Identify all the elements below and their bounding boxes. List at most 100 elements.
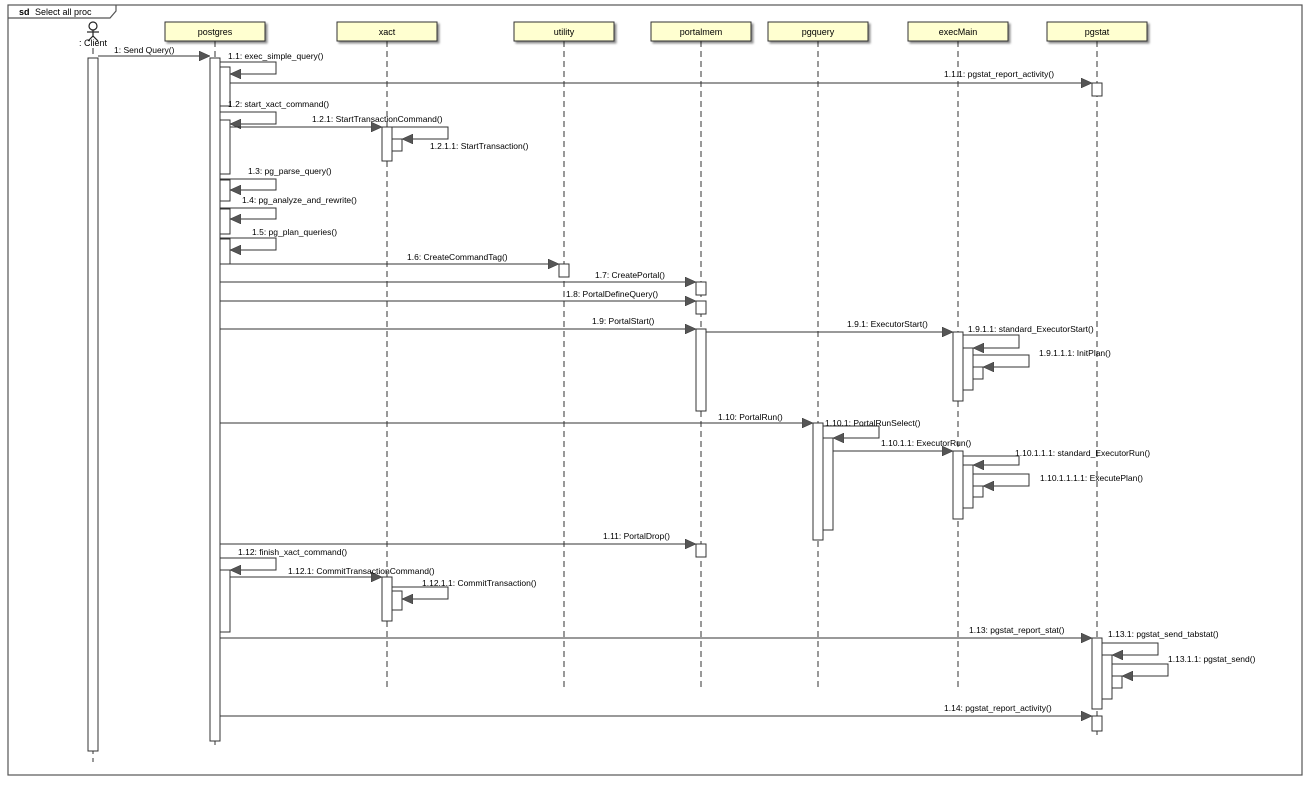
message-1-7: 1.7: CreatePortal()	[220, 270, 696, 282]
message-1-3: 1.3: pg_parse_query()	[220, 166, 332, 190]
message-label: 1.2.1.1: StartTransaction()	[430, 141, 529, 151]
message-label: 1.13.1.1: pgstat_send()	[1168, 654, 1256, 664]
activation-bar	[391, 590, 403, 611]
message-label: 1.3: pg_parse_query()	[248, 166, 332, 176]
message-1-2-1: 1.2.1: StartTransactionCommand()	[230, 114, 443, 127]
message-1-13-1-1: 1.13.1.1: pgstat_send()	[1112, 654, 1256, 676]
message-label: 1.2.1: StartTransactionCommand()	[312, 114, 443, 124]
activation-bar	[219, 238, 231, 265]
message-1-2-1-1: 1.2.1.1: StartTransaction()	[392, 126, 529, 151]
message-1-5: 1.5: pg_plan_queries()	[220, 227, 337, 250]
message-1-9-1-1-1: 1.9.1.1.1: InitPlan()	[973, 348, 1111, 367]
activation-bar	[812, 422, 824, 541]
message-label: 1.10.1.1.1.1: ExecutePlan()	[1040, 473, 1143, 483]
activation-bar	[952, 450, 964, 520]
actor-label: : Client	[79, 38, 108, 48]
activation-bar	[952, 331, 964, 402]
message-1-10-1-1-1: 1.10.1.1.1: standard_ExecutorRun()	[963, 448, 1150, 465]
message-label: 1.10.1.1.1: standard_ExecutorRun()	[1015, 448, 1150, 458]
frame-name: Select all proc	[35, 7, 92, 17]
activation-bar	[972, 485, 984, 498]
activation-bar	[962, 464, 974, 509]
activation-bar	[381, 576, 393, 622]
activation-bar	[381, 126, 393, 162]
message-label: 1.1: exec_simple_query()	[228, 51, 324, 61]
message-label: 1.12.1.1: CommitTransaction()	[422, 578, 537, 588]
message-label: 1.7: CreatePortal()	[595, 270, 665, 280]
activation-bar	[695, 543, 707, 558]
activation-bar	[391, 138, 403, 152]
activation-bar	[695, 281, 707, 296]
message-1-14: 1.14: pgstat_report_activity()	[220, 703, 1092, 716]
frame-title: sd Select all proc	[19, 7, 92, 17]
message-label: 1.9: PortalStart()	[592, 316, 655, 326]
messages: 1: Send Query() 1.1: exec_simple_query()…	[98, 45, 1256, 716]
message-1-10-1: 1.10.1: PortalRunSelect()	[823, 418, 921, 438]
activation-bar	[1091, 637, 1103, 710]
message-1-10-1-1-1-1: 1.10.1.1.1.1: ExecutePlan()	[973, 473, 1143, 486]
lifeline-label: xact	[379, 27, 396, 37]
activation-bar	[822, 437, 834, 531]
message-label: 1.10: PortalRun()	[718, 412, 783, 422]
message-1-13: 1.13: pgstat_report_stat()	[220, 625, 1092, 638]
activation-bar	[209, 57, 221, 742]
message-1-9-1: 1.9.1: ExecutorStart()	[706, 319, 953, 332]
message-1-4: 1.4: pg_analyze_and_rewrite()	[220, 195, 357, 219]
message-label: 1.6: CreateCommandTag()	[407, 252, 508, 262]
lifeline-label: portalmem	[680, 27, 723, 37]
activation-bar	[1091, 82, 1103, 97]
activation-bar	[972, 366, 984, 380]
activation-bar	[1101, 654, 1113, 700]
message-1-12-1-1: 1.12.1.1: CommitTransaction()	[392, 578, 537, 599]
message-label: 1.13: pgstat_report_stat()	[969, 625, 1065, 635]
actor-client: : Client	[79, 21, 108, 762]
activation-bar	[1111, 675, 1123, 689]
activation-bar	[962, 347, 974, 391]
message-label: 1.9.1.1.1: InitPlan()	[1039, 348, 1111, 358]
lifeline-utility: utility	[513, 21, 615, 690]
activation-bar	[219, 208, 231, 235]
message-label: 1.12.1: CommitTransactionCommand()	[288, 566, 435, 576]
message-1-6: 1.6: CreateCommandTag()	[220, 252, 559, 264]
message-1-11: 1.11: PortalDrop()	[220, 531, 696, 544]
message-1-9: 1.9: PortalStart()	[220, 316, 696, 329]
activation-bar	[219, 119, 231, 175]
message-1-1: 1.1: exec_simple_query()	[220, 51, 324, 74]
message-label: 1.4: pg_analyze_and_rewrite()	[242, 195, 357, 205]
message-1-10-1-1: 1.10.1.1: ExecutorRun()	[833, 438, 971, 451]
activation-bar	[219, 179, 231, 202]
message-label: 1.1.1: pgstat_report_activity()	[944, 69, 1054, 79]
message-label: 1.2: start_xact_command()	[228, 99, 329, 109]
message-label: 1.8: PortalDefineQuery()	[566, 289, 658, 299]
message-1-9-1-1: 1.9.1.1: standard_ExecutorStart()	[963, 324, 1094, 348]
lifeline-label: pgquery	[802, 27, 835, 37]
lifeline-pgquery: pgquery	[767, 21, 869, 690]
message-label: 1: Send Query()	[114, 45, 175, 55]
lifeline-label: utility	[554, 27, 575, 37]
lifeline-label: pgstat	[1085, 27, 1110, 37]
message-1: 1: Send Query()	[98, 45, 210, 56]
activation-bars	[209, 57, 1123, 742]
message-1-12-1: 1.12.1: CommitTransactionCommand()	[230, 566, 435, 577]
message-1-10: 1.10: PortalRun()	[220, 412, 813, 423]
frame-keyword: sd	[19, 7, 30, 17]
message-label: 1.10.1: PortalRunSelect()	[825, 418, 921, 428]
message-label: 1.10.1.1: ExecutorRun()	[881, 438, 971, 448]
sequence-diagram: sd Select all proc : Client postgres xac…	[7, 4, 1303, 776]
activation-bar	[1091, 715, 1103, 732]
message-label: 1.9.1: ExecutorStart()	[847, 319, 928, 329]
message-label: 1.11: PortalDrop()	[603, 531, 670, 541]
message-1-8: 1.8: PortalDefineQuery()	[220, 289, 696, 301]
message-label: 1.12: finish_xact_command()	[238, 547, 347, 557]
activation-bar	[219, 569, 231, 633]
lifeline-label: execMain	[939, 27, 978, 37]
message-label: 1.13.1: pgstat_send_tabstat()	[1108, 629, 1219, 639]
message-1-1-1: 1.1.1: pgstat_report_activity()	[230, 69, 1092, 83]
activation-bar	[695, 300, 707, 315]
message-label: 1.14: pgstat_report_activity()	[944, 703, 1052, 713]
message-label: 1.5: pg_plan_queries()	[252, 227, 337, 237]
activation-bar	[695, 328, 707, 412]
activation-bar	[558, 263, 570, 278]
message-label: 1.9.1.1: standard_ExecutorStart()	[968, 324, 1094, 334]
message-1-13-1: 1.13.1: pgstat_send_tabstat()	[1102, 629, 1219, 655]
